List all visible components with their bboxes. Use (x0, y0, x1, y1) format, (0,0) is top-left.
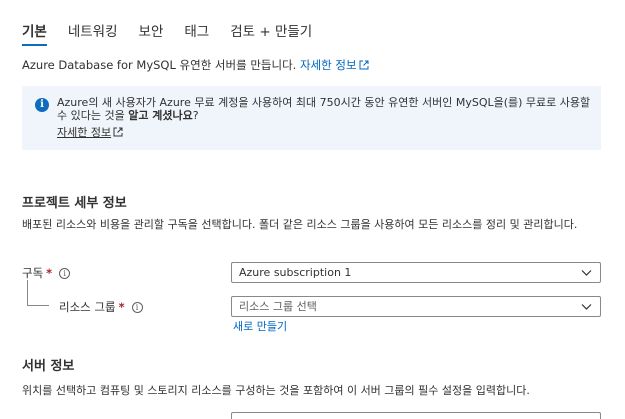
free-account-info-box: i Azure의 새 사용자가 Azure 무료 계정을 사용하여 최대 750… (22, 86, 601, 150)
subscription-label-text: 구독 (22, 266, 44, 280)
chevron-down-icon (581, 304, 592, 310)
learn-more-link[interactable]: 자세한 정보 (300, 58, 369, 72)
tab-review-create[interactable]: 검토 + 만들기 (230, 20, 312, 46)
help-icon[interactable]: i (131, 301, 143, 313)
tree-connector-horizontal (27, 305, 49, 306)
tab-tags[interactable]: 태그 (184, 20, 209, 46)
tab-networking[interactable]: 네트워킹 (68, 20, 118, 46)
intro-text: Azure Database for MySQL 유연한 서버를 만듭니다. 자… (22, 57, 369, 73)
server-name-field[interactable] (231, 412, 601, 419)
info-icon: i (35, 98, 49, 112)
info-learn-more-link[interactable]: 자세한 정보 (57, 124, 123, 140)
tab-bar: 기본 네트워킹 보안 태그 검토 + 만들기 (22, 20, 333, 46)
resource-group-label-text: 리소스 그룹 (59, 300, 116, 314)
subscription-value: Azure subscription 1 (239, 266, 352, 279)
info-text-bold: 알고 계셨나요 (128, 109, 193, 122)
project-details-heading: 프로젝트 세부 정보 (22, 196, 127, 211)
project-details-description: 배포된 리소스와 비용을 관리할 구독을 선택합니다. 폴더 같은 리소스 그룹… (22, 218, 578, 231)
chevron-down-icon (581, 270, 592, 276)
help-icon[interactable]: i (59, 267, 71, 279)
server-details-description: 위치를 선택하고 컴퓨팅 및 스토리지 리소스를 구성하는 것을 포함하여 이 … (22, 384, 530, 397)
tab-security[interactable]: 보안 (139, 20, 164, 46)
resource-group-select[interactable]: 리소스 그룹 선택 (231, 296, 601, 317)
required-asterisk: * (46, 266, 53, 280)
info-learn-more-label: 자세한 정보 (57, 126, 112, 139)
tab-basics[interactable]: 기본 (22, 20, 47, 46)
intro-description: Azure Database for MySQL 유연한 서버를 만듭니다. (22, 58, 297, 72)
subscription-label: 구독 * i (22, 265, 71, 281)
subscription-select[interactable]: Azure subscription 1 (231, 262, 601, 283)
create-new-resource-group-link[interactable]: 새로 만들기 (233, 318, 287, 334)
resource-group-placeholder: 리소스 그룹 선택 (239, 300, 317, 313)
required-asterisk: * (118, 300, 125, 314)
learn-more-label: 자세한 정보 (299, 58, 357, 72)
tree-connector-vertical (27, 280, 28, 305)
info-message: Azure의 새 사용자가 Azure 무료 계정을 사용하여 최대 750시간… (57, 96, 592, 122)
external-link-icon (113, 127, 123, 137)
external-link-icon (359, 60, 369, 70)
info-text-end: ? (192, 109, 199, 122)
resource-group-label: 리소스 그룹 * i (59, 299, 143, 315)
server-details-heading: 서버 정보 (22, 359, 75, 374)
